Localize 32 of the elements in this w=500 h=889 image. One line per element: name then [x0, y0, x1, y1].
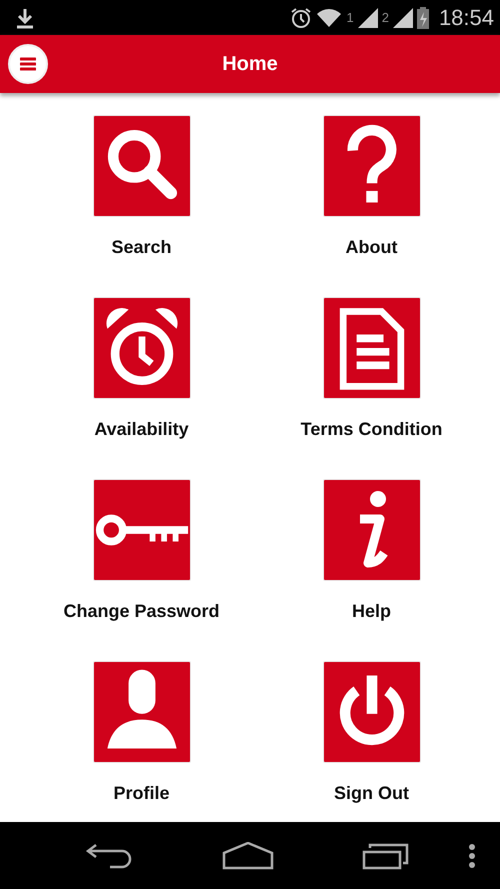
wifi-icon — [316, 8, 342, 28]
sim-number: 1 — [346, 10, 354, 25]
menu-tile[interactable] — [92, 479, 190, 581]
alarm-icon — [290, 6, 312, 28]
menu-tile[interactable] — [322, 297, 420, 399]
tile-label: Sign Out — [334, 783, 409, 804]
home-icon[interactable] — [222, 842, 274, 870]
signal-icon — [358, 8, 378, 28]
tile-label: Availability — [94, 419, 189, 440]
sim-number: 2 — [382, 10, 389, 25]
clock-time: 18:54 — [438, 4, 494, 30]
download-icon — [14, 6, 36, 28]
recent-apps-icon[interactable] — [362, 842, 410, 870]
menu-icon — [20, 57, 36, 71]
menu-tile[interactable] — [92, 297, 190, 399]
menu-tile[interactable] — [322, 661, 420, 763]
tile-label: Terms Condition — [300, 419, 442, 440]
menu-tile[interactable] — [92, 115, 190, 217]
menu-tile[interactable] — [322, 479, 420, 581]
menu-tile[interactable] — [92, 661, 190, 763]
tile-label: Help — [352, 601, 391, 622]
tile-label: Profile — [113, 783, 170, 804]
tile-label: Change Password — [63, 601, 220, 622]
tile-label: About — [346, 237, 398, 258]
menu-tile[interactable] — [322, 115, 420, 217]
signal-icon — [392, 8, 413, 28]
screen-title: Home — [222, 52, 278, 76]
tile-label: Search — [111, 237, 172, 258]
back-icon[interactable] — [86, 842, 134, 870]
menu-button[interactable] — [8, 44, 48, 84]
more-options-icon[interactable] — [468, 844, 476, 868]
battery-icon — [416, 6, 429, 28]
